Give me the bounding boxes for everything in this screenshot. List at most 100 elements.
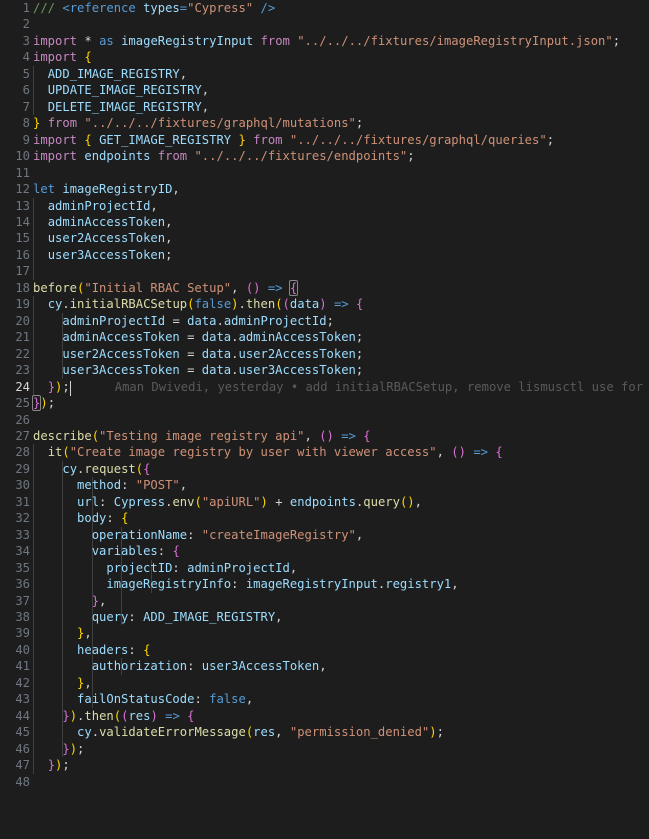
code-line[interactable]: 23 user3AccessToken = data.user3AccessTo… xyxy=(0,362,363,379)
code-line[interactable]: 41 authorization: user3AccessToken, xyxy=(0,658,327,675)
line-content: cy.initialRBACSetup(false).then((data) =… xyxy=(47,297,364,312)
code-line[interactable]: 3 import * as imageRegistryInput from ".… xyxy=(0,33,620,49)
line-number: 29 xyxy=(15,461,30,476)
line-content: }); Aman Dwivedi, yesterday • add initia… xyxy=(33,379,649,396)
code-line[interactable]: 40 headers: { xyxy=(0,641,150,659)
code-line[interactable]: 26 xyxy=(0,412,30,428)
line-number: 13 xyxy=(15,198,30,213)
code-line[interactable]: 5 ADD_IMAGE_REGISTRY, xyxy=(0,65,187,83)
line-number: 46 xyxy=(15,741,30,756)
line-number: 10 xyxy=(15,149,30,164)
line-number: 34 xyxy=(15,544,30,559)
code-line[interactable]: 27 describe("Testing image registry api"… xyxy=(0,428,370,444)
code-line[interactable]: 21 adminAccessToken = data.adminAccessTo… xyxy=(0,329,363,346)
code-line[interactable]: 35 projectID: adminProjectId, xyxy=(0,559,297,577)
git-blame-annotation[interactable]: Aman Dwivedi, yesterday • add initialRBA… xyxy=(115,380,649,394)
line-content: before("Initial RBAC Setup", () => { xyxy=(33,279,299,296)
line-number: 27 xyxy=(15,428,30,443)
line-content: import * as imageRegistryInput from "../… xyxy=(33,33,621,48)
line-content: }).then((res) => { xyxy=(62,708,195,723)
line-number: 37 xyxy=(15,593,30,608)
line-number: 17 xyxy=(15,264,30,279)
code-line[interactable]: 39 }, xyxy=(0,625,93,642)
line-number: 20 xyxy=(15,313,30,328)
line-number: 1 xyxy=(22,1,30,15)
line-number: 33 xyxy=(15,527,30,542)
code-line[interactable]: 34 variables: { xyxy=(0,543,180,560)
code-line[interactable]: 15 user2AccessToken, xyxy=(0,230,172,247)
line-number: 43 xyxy=(15,692,30,707)
code-line[interactable]: 37 }, xyxy=(0,592,123,609)
line-number: 21 xyxy=(15,330,30,345)
code-line[interactable]: 29 cy.request({ xyxy=(0,460,150,478)
line-number: 16 xyxy=(15,247,30,262)
line-content: user2AccessToken, xyxy=(47,231,173,246)
code-line[interactable]: 17 xyxy=(0,263,34,280)
line-number: 11 xyxy=(15,165,30,180)
line-number: 41 xyxy=(15,659,30,674)
code-line[interactable]: 11 xyxy=(0,165,30,181)
code-line[interactable]: 46 }); xyxy=(0,740,84,758)
code-line[interactable]: 19 cy.initialRBACSetup(false).then((data… xyxy=(0,296,363,313)
code-line[interactable]: 6 UPDATE_IMAGE_REGISTRY, xyxy=(0,82,209,99)
code-line[interactable]: 33 operationName: "createImageRegistry", xyxy=(0,526,363,544)
code-line[interactable]: 36 imageRegistryInfo: imageRegistryInput… xyxy=(0,576,459,593)
line-content: }, xyxy=(77,675,92,690)
line-content: imageRegistryInfo: imageRegistryInput.re… xyxy=(106,577,459,592)
line-content: adminProjectId = data.adminProjectId; xyxy=(62,313,334,328)
line-content: ADD_IMAGE_REGISTRY, xyxy=(47,66,188,81)
code-line[interactable]: 18 before("Initial RBAC Setup", () => { xyxy=(0,279,299,296)
code-line[interactable]: 9 import { GET_IMAGE_REGISTRY } from "..… xyxy=(0,132,554,148)
line-content: UPDATE_IMAGE_REGISTRY, xyxy=(47,83,210,98)
code-line[interactable]: 38 query: ADD_IMAGE_REGISTRY, xyxy=(0,609,283,626)
code-line[interactable]: 31 url: Cypress.env("apiURL") + endpoint… xyxy=(0,493,422,511)
code-line[interactable]: 1 /// <reference types="Cypress" /> xyxy=(0,0,276,16)
code-line[interactable]: 44 }).then((res) => { xyxy=(0,707,195,725)
code-line[interactable]: 14 adminAccessToken, xyxy=(0,213,172,231)
code-line[interactable]: 2 xyxy=(0,16,30,32)
code-editor[interactable]: 1 /// <reference types="Cypress" /> 2 3 … xyxy=(0,0,649,789)
code-line[interactable]: 25 }); xyxy=(0,395,55,412)
line-number: 36 xyxy=(15,577,30,592)
bracket-match-open: { xyxy=(288,279,299,296)
line-content: url: Cypress.env("apiURL") + endpoints.q… xyxy=(77,494,422,509)
line-number: 40 xyxy=(15,642,30,657)
code-line[interactable]: 45 cy.validateErrorMessage(res, "permiss… xyxy=(0,724,444,741)
code-line-active[interactable]: 24 }); Aman Dwivedi, yesterday • add ini… xyxy=(0,378,643,396)
code-line[interactable]: 7 DELETE_IMAGE_REGISTRY, xyxy=(0,98,209,116)
code-line[interactable]: 28 it("Create image registry by user wit… xyxy=(0,444,503,461)
line-number: 38 xyxy=(15,610,30,625)
code-line[interactable]: 20 adminProjectId = data.adminProjectId; xyxy=(0,312,334,330)
code-line[interactable]: 32 body: { xyxy=(0,510,128,527)
line-number: 44 xyxy=(15,708,30,723)
code-line[interactable]: 4 import { xyxy=(0,49,92,65)
code-line[interactable]: 12 let imageRegistryID, xyxy=(0,181,179,197)
line-number: 3 xyxy=(22,33,30,48)
line-content: } from "../../../fixtures/graphql/mutati… xyxy=(33,116,364,131)
line-number: 4 xyxy=(22,50,30,65)
line-content: describe("Testing image registry api", (… xyxy=(33,428,371,443)
line-number: 12 xyxy=(15,182,30,197)
line-content: variables: { xyxy=(91,544,180,559)
code-line[interactable]: 16 user3AccessToken; xyxy=(0,246,172,264)
line-number: 30 xyxy=(15,478,30,493)
code-line[interactable]: 8 } from "../../../fixtures/graphql/muta… xyxy=(0,115,364,131)
line-number: 9 xyxy=(22,132,30,147)
code-line[interactable]: 10 import endpoints from "../../../fixtu… xyxy=(0,148,414,164)
line-number: 35 xyxy=(15,560,30,575)
line-number: 22 xyxy=(15,346,30,361)
code-line[interactable]: 47 }); xyxy=(0,757,70,774)
line-number: 25 xyxy=(15,396,30,411)
code-line[interactable]: 22 user2AccessToken = data.user2AccessTo… xyxy=(0,345,363,363)
line-number: 2 xyxy=(22,17,30,32)
code-line[interactable]: 43 failOnStatusCode: false, xyxy=(0,691,253,708)
code-line[interactable]: 48 xyxy=(0,774,30,790)
line-content: operationName: "createImageRegistry", xyxy=(91,527,364,542)
line-content: adminAccessToken, xyxy=(47,214,173,229)
line-number: 32 xyxy=(15,511,30,526)
code-line[interactable]: 30 method: "POST", xyxy=(0,477,187,494)
code-line[interactable]: 13 adminProjectId, xyxy=(0,197,158,214)
line-content: user3AccessToken; xyxy=(47,247,173,262)
code-line[interactable]: 42 }, xyxy=(0,674,93,692)
line-content: projectID: adminProjectId, xyxy=(106,560,298,575)
